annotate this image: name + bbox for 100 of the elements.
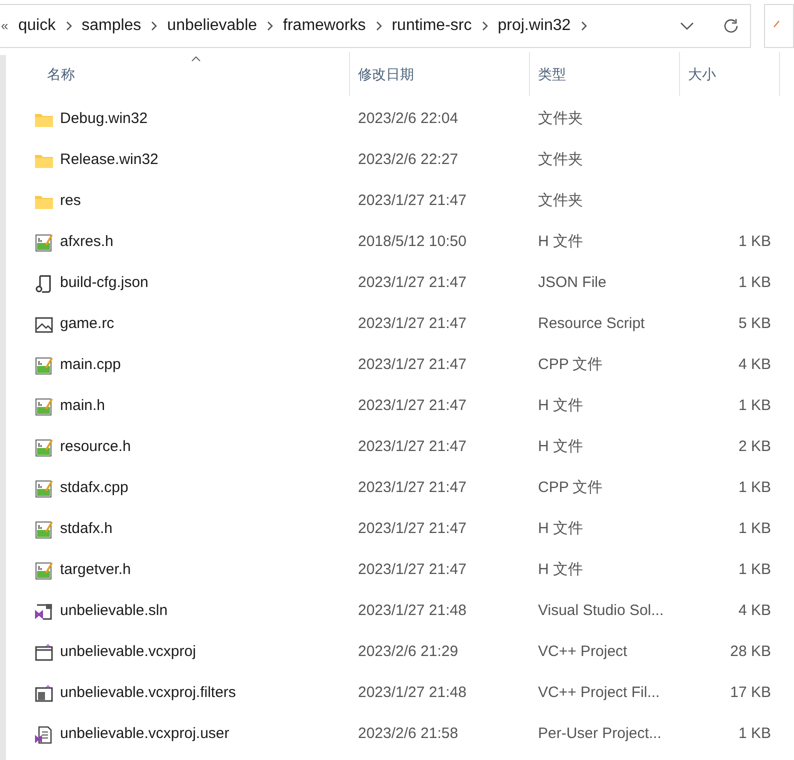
dropdown-icon[interactable]: [680, 21, 694, 31]
modified-date: 2023/2/6 22:04: [357, 109, 460, 130]
modified-date: 2023/1/27 21:47: [357, 273, 468, 294]
file-row[interactable]: Release.win32 2023/2/6 22:27 文件夹: [6, 140, 794, 181]
notepad-icon: [34, 478, 54, 498]
modified-date: 2023/1/27 21:47: [357, 314, 468, 334]
column-header[interactable]: 大小: [680, 52, 780, 96]
scroll-icon: [34, 274, 54, 294]
notepad-icon: [34, 232, 54, 252]
file-name: unbelievable.vcxproj: [60, 642, 196, 662]
file-name: game.rc: [60, 314, 114, 334]
file-type: H 文件: [537, 396, 584, 416]
file-type: H 文件: [537, 560, 584, 580]
file-size: 17 KB: [730, 683, 771, 704]
file-row[interactable]: build-cfg.json 2023/1/27 21:47 JSON File 1 KB: [6, 263, 794, 304]
file-name: main.cpp: [60, 355, 121, 376]
file-row[interactable]: main.h 2023/1/27 21:47 H 文件 1 KB: [6, 386, 794, 427]
breadcrumb[interactable]: frameworks: [279, 14, 370, 38]
file-row[interactable]: unbelievable.vcxproj.user 2023/2/6 21:58 Per-User Project... 1 KB: [6, 714, 794, 755]
refresh-icon[interactable]: [722, 17, 740, 35]
breadcrumb[interactable]: quick: [14, 14, 60, 38]
file-row[interactable]: afxres.h 2018/5/12 10:50 H 文件 1 KB: [6, 222, 794, 263]
file-name: unbelievable.vcxproj.user: [60, 724, 230, 744]
file-row[interactable]: resource.h 2023/1/27 21:47 H 文件 2 KB: [6, 427, 794, 468]
file-row[interactable]: stdafx.h 2023/1/27 21:47 H 文件 1 KB: [6, 509, 794, 550]
file-type: 文件夹: [537, 150, 584, 170]
modified-date: 2023/1/27 21:47: [357, 519, 468, 540]
file-type: CPP 文件: [537, 478, 604, 498]
file-row[interactable]: stdafx.cpp 2023/1/27 21:47 CPP 文件 1 KB: [6, 468, 794, 509]
file-size: 1 KB: [738, 478, 771, 498]
file-row[interactable]: unbelievable.sln 2023/1/27 21:48 Visual Studio Sol... 4 KB: [6, 591, 794, 632]
file-type: VC++ Project Fil...: [537, 683, 661, 704]
file-size: 1 KB: [738, 396, 771, 416]
file-row[interactable]: targetver.h 2023/1/27 21:47 H 文件 1 KB: [6, 550, 794, 591]
file-name: Debug.win32: [60, 109, 148, 130]
chevron-right-icon[interactable]: [64, 20, 74, 32]
overflow-chevron[interactable]: «: [0, 16, 14, 36]
file-name: res: [60, 191, 81, 212]
file-size: 4 KB: [738, 355, 771, 376]
file-type: VC++ Project: [537, 642, 628, 662]
file-row[interactable]: main.cpp 2023/1/27 21:47 CPP 文件 4 KB: [6, 345, 794, 386]
file-name: build-cfg.json: [60, 273, 148, 294]
modified-date: 2023/2/6 21:58: [357, 724, 460, 744]
file-size: 1 KB: [738, 273, 771, 294]
notepad-icon: [34, 560, 54, 580]
address-bar[interactable]: « quick samples unbelievable frameworks runtime-src proj.win32: [0, 4, 752, 48]
file-name: afxres.h: [60, 232, 114, 252]
column-header[interactable]: 修改日期: [350, 52, 530, 96]
modified-date: 2023/1/27 21:47: [357, 355, 468, 376]
file-name: main.h: [60, 396, 106, 416]
solution-icon: [34, 602, 54, 622]
image-icon: [34, 314, 54, 334]
file-row[interactable]: res 2023/1/27 21:47 文件夹: [6, 181, 794, 222]
chevron-right-icon[interactable]: [149, 20, 160, 32]
chevron-right-icon[interactable]: [578, 20, 589, 32]
file-name: resource.h: [60, 437, 131, 458]
notepad-icon: [34, 438, 54, 458]
modified-date: 2023/1/27 21:47: [357, 478, 468, 498]
modified-date: 2023/2/6 21:29: [357, 642, 460, 662]
file-type: Per-User Project...: [537, 724, 662, 744]
file-size: 1 KB: [738, 724, 771, 744]
file-row[interactable]: Debug.win32 2023/2/6 22:04 文件夹: [6, 99, 794, 140]
file-name: Release.win32: [60, 150, 158, 170]
chevron-right-icon[interactable]: [374, 20, 384, 32]
file-size: 5 KB: [738, 314, 771, 334]
file-size: 1 KB: [738, 232, 771, 252]
modified-date: 2023/1/27 21:47: [357, 437, 468, 458]
file-row[interactable]: unbelievable.vcxproj 2023/2/6 21:29 VC++ Project 28 KB: [6, 632, 794, 673]
file-type: H 文件: [537, 437, 584, 458]
chevron-right-icon[interactable]: [265, 20, 276, 32]
breadcrumb[interactable]: proj.win32: [494, 14, 575, 38]
document-icon: [34, 684, 54, 704]
modified-date: 2023/1/27 21:48: [357, 601, 468, 622]
file-type: 文件夹: [537, 109, 584, 130]
modified-date: 2023/1/27 21:48: [357, 683, 468, 704]
column-header[interactable]: 类型: [530, 52, 680, 96]
file-size: 2 KB: [738, 437, 771, 458]
breadcrumb[interactable]: runtime-src: [388, 14, 476, 38]
modified-date: 2018/5/12 10:50: [357, 232, 468, 252]
window-icon: [34, 642, 54, 662]
notepad-icon: [34, 520, 54, 540]
file-type: Resource Script: [537, 314, 646, 334]
modified-date: 2023/2/6 22:27: [357, 150, 460, 170]
file-type: JSON File: [537, 273, 608, 294]
chevron-right-icon[interactable]: [480, 20, 490, 32]
modified-date: 2023/1/27 21:47: [357, 396, 468, 416]
breadcrumb[interactable]: unbelievable: [163, 14, 262, 38]
file-type: Visual Studio Sol...: [537, 601, 665, 622]
file-type: CPP 文件: [537, 355, 604, 376]
file-size: 4 KB: [738, 601, 771, 622]
file-size: 1 KB: [738, 560, 771, 580]
file-row[interactable]: unbelievable.vcxproj.filters 2023/1/27 21:48 VC++ Project Fil... 17 KB: [6, 673, 794, 714]
modified-date: 2023/1/27 21:47: [357, 191, 468, 212]
column-header[interactable]: 名称: [6, 52, 350, 96]
file-name: unbelievable.sln: [60, 601, 168, 622]
notepad-icon: [34, 356, 54, 376]
notepad-icon: [34, 396, 54, 416]
file-name: targetver.h: [60, 560, 131, 580]
file-row[interactable]: game.rc 2023/1/27 21:47 Resource Script 5 KB: [6, 304, 794, 345]
breadcrumb[interactable]: samples: [78, 14, 146, 38]
